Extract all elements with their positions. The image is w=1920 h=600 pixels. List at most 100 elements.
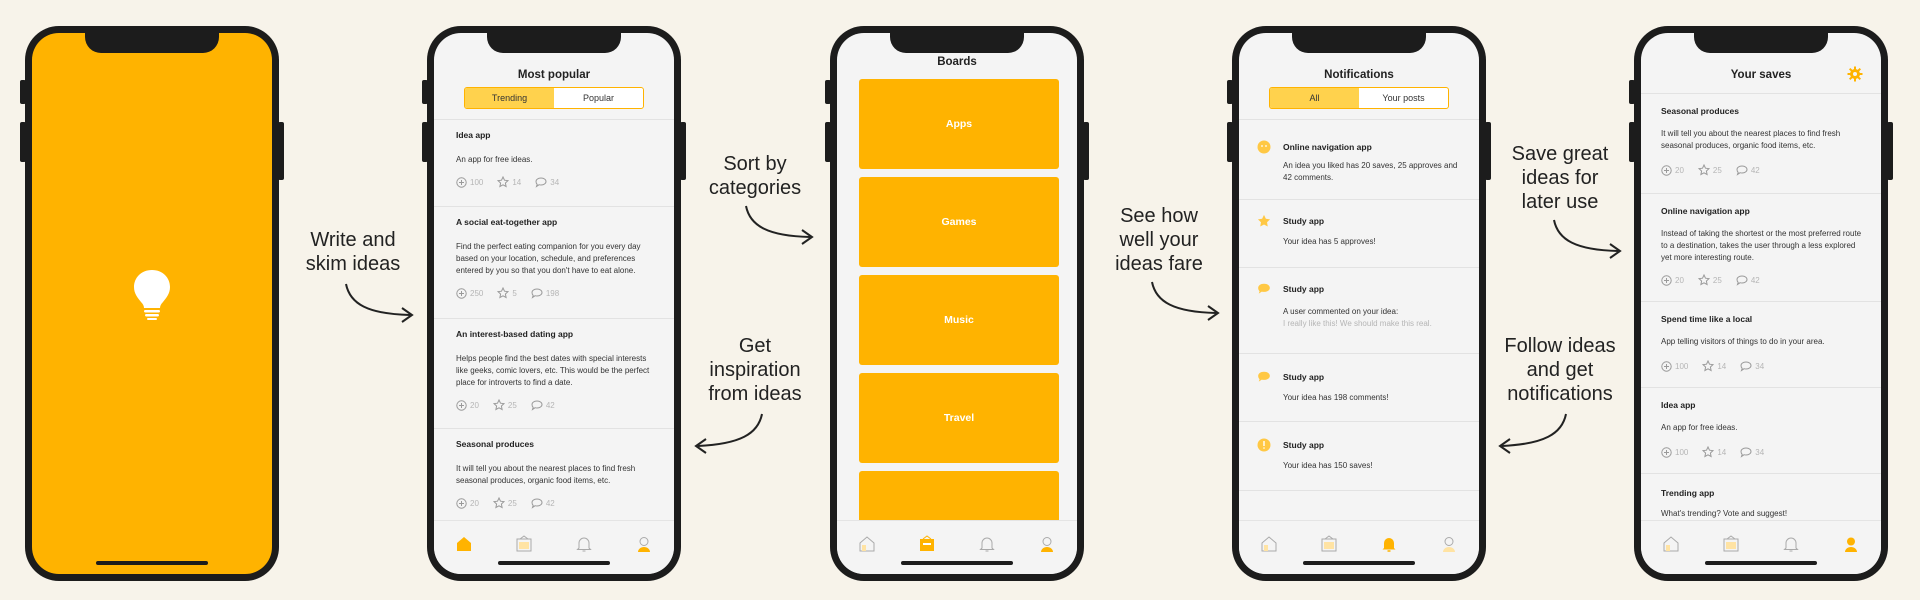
idea-stats: 250 5 198	[456, 287, 652, 299]
star-button[interactable]: 14	[1702, 446, 1726, 458]
tab-your-posts[interactable]: Your posts	[1359, 88, 1448, 108]
tab-notifications[interactable]	[573, 533, 595, 555]
tab-notifications[interactable]	[1780, 533, 1802, 555]
star-icon	[1697, 164, 1710, 176]
comment-icon	[535, 176, 547, 188]
star-button[interactable]: 14	[1702, 360, 1726, 372]
tab-boards[interactable]	[513, 533, 535, 555]
tab-profile[interactable]	[1036, 533, 1058, 555]
notification-text: Your idea has 198 comments!	[1283, 393, 1389, 402]
tab-home[interactable]	[1258, 533, 1280, 555]
tab-home[interactable]	[856, 533, 878, 555]
add-button[interactable]: 100	[1661, 446, 1688, 458]
boards-icon	[1321, 535, 1337, 552]
add-button[interactable]: 250	[456, 287, 483, 299]
comment-button[interactable]: 42	[531, 497, 555, 509]
boards-icon	[1723, 535, 1739, 552]
home-indicator	[96, 561, 208, 565]
idea-title: Spend time like a local	[1661, 314, 1753, 324]
board-music[interactable]: Music	[859, 275, 1059, 365]
profile-icon	[1041, 537, 1053, 552]
tab-boards[interactable]	[916, 533, 938, 555]
comment-button[interactable]: 34	[535, 176, 559, 188]
notification-text: Your idea has 5 approves!	[1283, 237, 1376, 246]
tab-profile[interactable]	[1840, 533, 1862, 555]
list-item[interactable]: Idea app An app for free ideas. 100 14 3…	[434, 119, 674, 206]
comment-button[interactable]: 34	[1740, 360, 1764, 372]
board-games[interactable]: Games	[859, 177, 1059, 267]
star-button[interactable]: 25	[492, 399, 517, 411]
add-button[interactable]: 20	[1661, 164, 1684, 176]
star-button[interactable]: 25	[492, 497, 517, 509]
lightbulb-icon	[132, 268, 172, 325]
tab-home[interactable]	[1660, 533, 1682, 555]
home-icon	[859, 536, 875, 552]
tab-bar	[837, 520, 1077, 574]
arrow-right-icon	[1151, 281, 1220, 321]
notification-item[interactable]: Study app Your idea has 198 comments!	[1239, 353, 1479, 422]
star-icon	[1257, 214, 1271, 227]
board-travel[interactable]: Travel	[859, 373, 1059, 463]
comment-icon	[1736, 164, 1748, 176]
star-icon	[497, 287, 510, 299]
profile-icon	[1845, 537, 1857, 552]
notch	[487, 33, 621, 53]
saved-item[interactable]: Online navigation app Instead of taking …	[1641, 193, 1881, 301]
comment-icon	[1736, 274, 1748, 286]
add-button[interactable]: 100	[456, 176, 483, 188]
comment-button[interactable]: 42	[531, 399, 555, 411]
settings-button[interactable]	[1847, 66, 1863, 87]
comment-button[interactable]: 34	[1740, 446, 1764, 458]
comment-button[interactable]: 198	[531, 287, 559, 299]
star-button[interactable]: 25	[1697, 274, 1722, 286]
arrow-right-icon	[1553, 219, 1622, 259]
tab-boards[interactable]	[1720, 533, 1742, 555]
idea-description: What's trending? Vote and suggest!	[1661, 509, 1788, 518]
board-apps[interactable]: Apps	[859, 79, 1059, 169]
add-button[interactable]: 100	[1661, 360, 1688, 372]
add-button[interactable]: 20	[1661, 274, 1684, 286]
alert-icon	[1257, 438, 1271, 452]
tab-all[interactable]: All	[1270, 88, 1359, 108]
page-title: Your saves	[1730, 69, 1792, 81]
comment-quote: I really like this! We should make this …	[1283, 319, 1432, 328]
add-button[interactable]: 20	[456, 497, 479, 509]
comment-button[interactable]: 42	[1736, 164, 1760, 176]
tab-profile[interactable]	[633, 533, 655, 555]
tab-notifications[interactable]	[976, 533, 998, 555]
notification-item[interactable]: Study app Your idea has 150 saves!	[1239, 421, 1479, 491]
home-icon	[1261, 536, 1277, 552]
tab-profile[interactable]	[1438, 533, 1460, 555]
tab-boards[interactable]	[1318, 533, 1340, 555]
comment-button[interactable]: 42	[1736, 274, 1760, 286]
star-button[interactable]: 25	[1697, 164, 1722, 176]
star-icon	[1697, 274, 1710, 286]
caption-follow: Follow ideas and get notifications	[1504, 335, 1616, 405]
saved-item[interactable]: Seasonal produces It will tell you about…	[1641, 93, 1881, 193]
notification-item[interactable]: Study app Your idea has 5 approves!	[1239, 199, 1479, 268]
idea-feed[interactable]: Idea app An app for free ideas. 100 14 3…	[434, 119, 674, 520]
caption-write: Write and skim ideas	[305, 229, 401, 275]
comment-icon	[531, 287, 543, 299]
arrow-left-icon	[1498, 413, 1567, 454]
list-item[interactable]: An interest-based dating app Helps peopl…	[434, 318, 674, 428]
tab-trending[interactable]: Trending	[465, 88, 554, 108]
list-item[interactable]: A social eat-together app Find the perfe…	[434, 206, 674, 318]
idea-description: It will tell you about the nearest place…	[1661, 129, 1841, 150]
idea-title: Idea app	[456, 130, 491, 140]
notification-item[interactable]: Study app A user commented on your idea:…	[1239, 267, 1479, 354]
saved-item[interactable]: Spend time like a local App telling visi…	[1641, 301, 1881, 387]
star-icon	[492, 399, 505, 411]
star-button[interactable]: 14	[497, 176, 521, 188]
list-item[interactable]: Seasonal produces It will tell you about…	[434, 428, 674, 520]
notification-item[interactable]: Online navigation app An idea you liked …	[1239, 119, 1479, 200]
saved-item[interactable]: Idea app An app for free ideas. 100 14 3…	[1641, 387, 1881, 473]
tab-popular[interactable]: Popular	[554, 88, 643, 108]
tab-notifications[interactable]	[1378, 533, 1400, 555]
add-button[interactable]: 20	[456, 399, 479, 411]
star-button[interactable]: 5	[497, 287, 517, 299]
arrow-right-icon	[345, 283, 414, 323]
tab-bar	[1239, 520, 1479, 574]
tab-home[interactable]	[453, 533, 475, 555]
idea-title: An interest-based dating app	[456, 329, 574, 339]
